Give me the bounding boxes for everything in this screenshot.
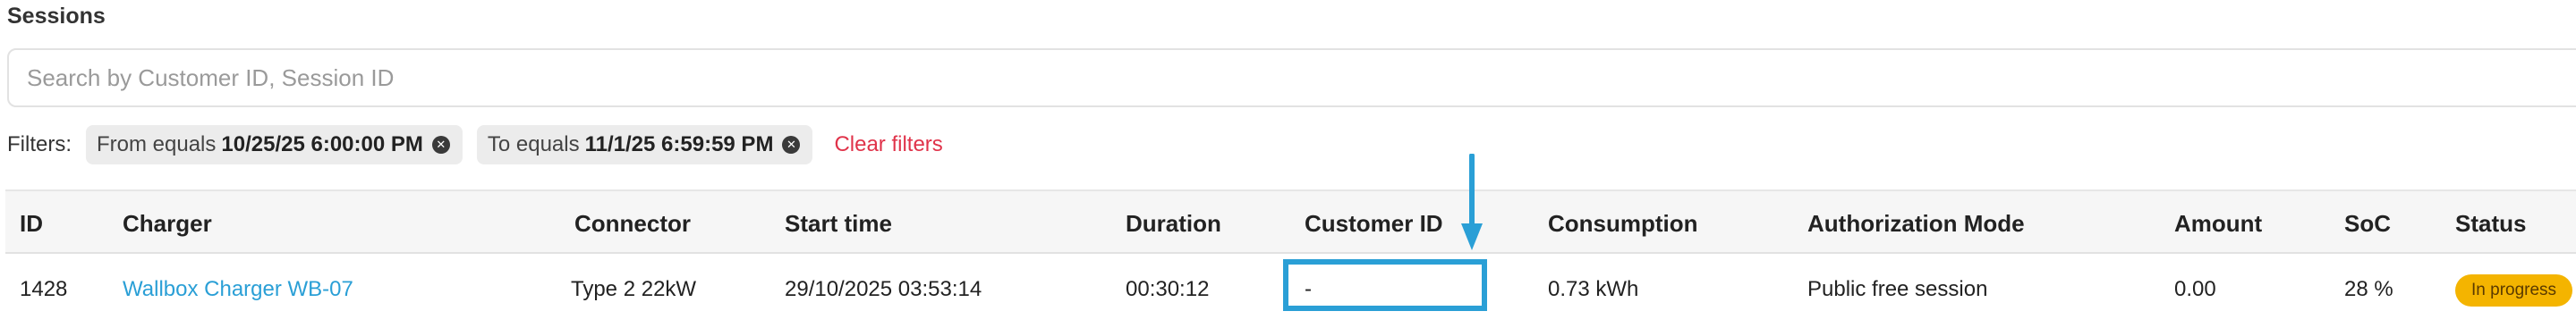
filters-bar: Filters: From equals 10/25/25 6:00:00 PM… xyxy=(7,125,943,164)
filter-chip-prefix: From equals xyxy=(97,132,217,156)
cell-soc: 28 % xyxy=(2344,277,2393,301)
cell-authorization-mode: Public free session xyxy=(1807,277,1988,301)
column-header-connector[interactable]: Connector xyxy=(574,191,691,256)
column-header-consumption[interactable]: Consumption xyxy=(1548,191,1698,256)
page-title: Sessions xyxy=(7,4,106,29)
cell-start-time: 29/10/2025 03:53:14 xyxy=(785,277,982,301)
table-header: ID Charger Connector Start time Duration… xyxy=(5,189,2576,254)
filter-chip-value: 11/1/25 6:59:59 PM xyxy=(584,132,774,156)
cell-duration: 00:30:12 xyxy=(1126,277,1210,301)
customer-id-highlight-box xyxy=(1283,259,1487,311)
column-header-amount[interactable]: Amount xyxy=(2174,191,2262,256)
filter-chip-to[interactable]: To equals 11/1/25 6:59:59 PM ✕ xyxy=(476,125,813,164)
cell-consumption: 0.73 kWh xyxy=(1548,277,1639,301)
charger-link[interactable]: Wallbox Charger WB-07 xyxy=(123,254,353,325)
clear-filters-link[interactable]: Clear filters xyxy=(834,132,942,157)
status-badge: In progress xyxy=(2455,273,2573,307)
cell-connector: Type 2 22kW xyxy=(571,277,697,301)
column-header-id[interactable]: ID xyxy=(20,191,43,256)
filters-label: Filters: xyxy=(7,132,72,156)
search-field[interactable] xyxy=(7,48,2576,107)
column-header-customer-id[interactable]: Customer ID xyxy=(1305,191,1443,256)
column-header-status[interactable]: Status xyxy=(2455,191,2526,256)
column-header-start-time[interactable]: Start time xyxy=(785,191,892,256)
column-header-soc[interactable]: SoC xyxy=(2344,191,2391,256)
column-header-charger[interactable]: Charger xyxy=(123,191,212,256)
filter-chip-value: 10/25/25 6:00:00 PM xyxy=(221,132,423,156)
cell-id: 1428 xyxy=(20,277,68,301)
search-input[interactable] xyxy=(9,50,2576,105)
cell-amount: 0.00 xyxy=(2174,277,2216,301)
column-header-authorization-mode[interactable]: Authorization Mode xyxy=(1807,191,2025,256)
cell-status: In progress xyxy=(2455,254,2573,325)
filter-chip-prefix: To equals xyxy=(487,132,580,156)
close-icon[interactable]: ✕ xyxy=(431,136,450,154)
down-arrow-icon xyxy=(1461,154,1483,250)
close-icon[interactable]: ✕ xyxy=(782,136,801,154)
column-header-duration[interactable]: Duration xyxy=(1126,191,1221,256)
filter-chip-from[interactable]: From equals 10/25/25 6:00:00 PM ✕ xyxy=(86,125,463,164)
